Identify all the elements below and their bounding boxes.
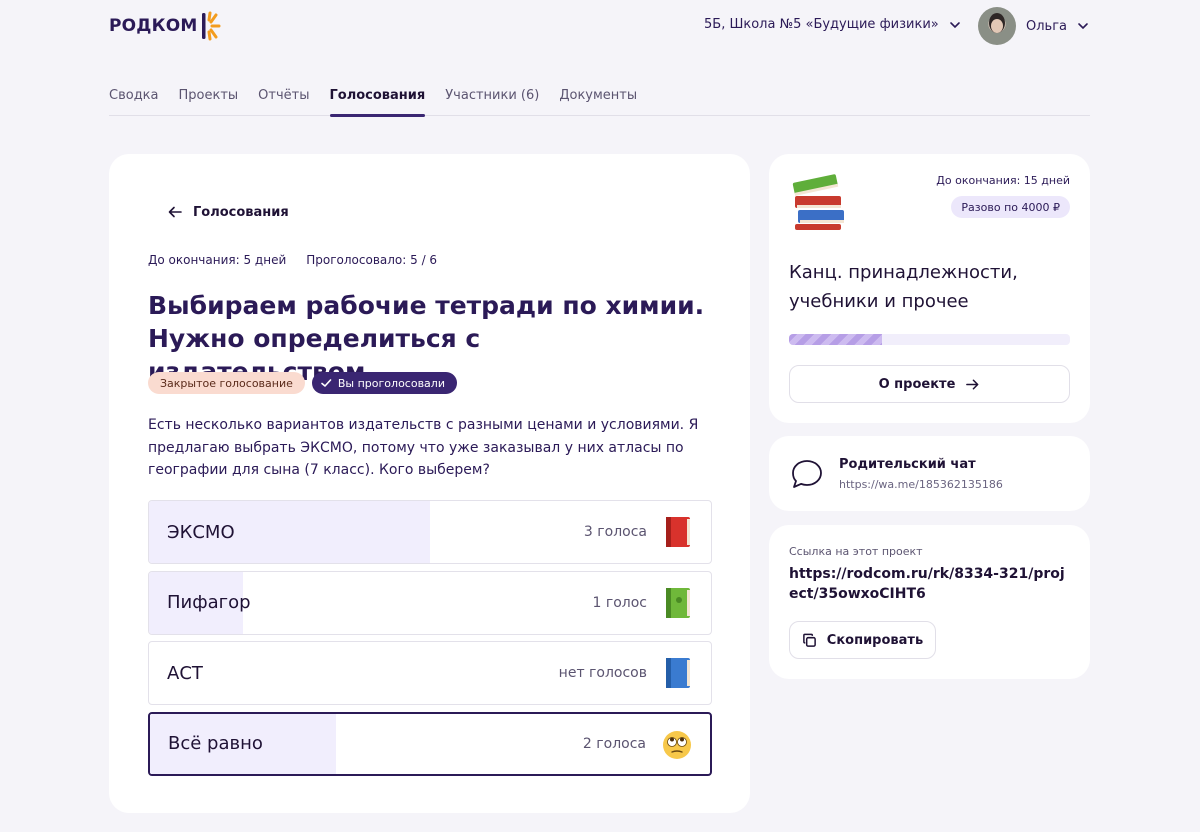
- tab-reports[interactable]: Отчёты: [258, 86, 309, 116]
- project-deadline: До окончания: 15 дней: [936, 174, 1070, 187]
- option-votes: 1 голос: [592, 594, 648, 611]
- logo-sun-icon: [201, 11, 221, 41]
- tab-votings[interactable]: Голосования: [329, 86, 425, 117]
- user-menu[interactable]: Ольга: [978, 7, 1089, 45]
- poll-option-eksmo[interactable]: ЭКСМО 3 голоса: [148, 500, 712, 564]
- poll-option-pifagor[interactable]: Пифагор 1 голос: [148, 570, 712, 635]
- logo[interactable]: РОДКОМ: [109, 11, 222, 41]
- tab-bar: Сводка Проекты Отчёты Голосования Участн…: [109, 86, 1090, 117]
- copy-icon: [802, 633, 816, 647]
- copy-link-label: Скопировать: [826, 632, 924, 648]
- chevron-down-icon: [1078, 23, 1088, 30]
- tab-summary[interactable]: Сводка: [109, 86, 159, 116]
- parent-chat-card[interactable]: Родительский чат https://wa.me/185362135…: [769, 436, 1090, 511]
- share-link-caption: Ссылка на этот проект: [789, 545, 923, 558]
- eye-roll-emoji-icon: [663, 730, 691, 759]
- poll-options: ЭКСМО 3 голоса Пифагор 1 голос АСТ нет г…: [148, 500, 712, 782]
- user-name: Ольга: [1026, 18, 1067, 34]
- project-card: До окончания: 15 дней Разово по 4000 ₽ К…: [769, 154, 1090, 423]
- option-label: Пифагор: [167, 592, 251, 613]
- logo-text: РОДКОМ: [109, 16, 198, 36]
- tab-documents[interactable]: Документы: [559, 86, 637, 116]
- option-votes: 2 голоса: [582, 735, 646, 752]
- chevron-down-icon: [949, 21, 960, 28]
- avatar: [978, 7, 1016, 45]
- check-icon: [321, 379, 332, 387]
- poll-meta: До окончания: 5 дней Проголосовало: 5 / …: [148, 253, 437, 267]
- chat-bubble-icon: [792, 460, 822, 488]
- share-link-url[interactable]: https://rodcom.ru/rk/8334-321/project/35…: [789, 564, 1069, 604]
- green-book-icon: [666, 587, 690, 618]
- poll-card: Голосования До окончания: 5 дней Проголо…: [109, 154, 750, 813]
- school-selector[interactable]: 5Б, Школа №5 «Будущие физики»: [704, 17, 961, 32]
- project-title: Канц. принадлежности, учебники и прочее: [789, 262, 1018, 312]
- red-book-icon: [666, 517, 690, 547]
- project-price-badge: Разово по 4000 ₽: [951, 196, 1070, 218]
- poll-deadline: До окончания: 5 дней: [148, 253, 287, 267]
- project-progress: [789, 334, 1070, 345]
- blue-book-icon: [666, 658, 690, 688]
- back-link[interactable]: Голосования: [167, 204, 289, 220]
- about-project-label: О проекте: [878, 376, 956, 392]
- poll-option-dont-care[interactable]: Всё равно 2 голоса: [148, 711, 712, 776]
- poll-option-ast[interactable]: АСТ нет голосов: [148, 641, 712, 705]
- option-label: АСТ: [167, 662, 203, 684]
- poll-description: Есть несколько вариантов издательств с р…: [148, 417, 699, 478]
- project-progress-fill: [789, 334, 882, 345]
- option-label: Всё равно: [168, 733, 263, 754]
- top-header: РОДКОМ 5Б, Школа №5 «Будущие физики» Оль…: [0, 0, 1200, 56]
- voted-badge: Вы проголосовали: [311, 372, 457, 394]
- arrow-left-icon: [168, 206, 182, 218]
- chat-link[interactable]: https://wa.me/185362135186: [839, 478, 1003, 491]
- copy-link-button[interactable]: Скопировать: [789, 621, 936, 659]
- poll-badges: Закрытое голосование Вы проголосовали: [148, 372, 457, 394]
- share-link-card: Ссылка на этот проект https://rodcom.ru/…: [769, 525, 1090, 679]
- back-link-label: Голосования: [193, 204, 289, 220]
- tab-members[interactable]: Участники (6): [445, 86, 539, 116]
- arrow-right-icon: [966, 379, 979, 389]
- closed-poll-badge: Закрытое голосование: [148, 372, 305, 394]
- tab-projects[interactable]: Проекты: [179, 86, 239, 116]
- voted-badge-label: Вы проголосовали: [337, 376, 445, 390]
- chat-title: Родительский чат: [839, 457, 976, 472]
- school-selector-label: 5Б, Школа №5 «Будущие физики»: [704, 17, 939, 32]
- option-votes: нет голосов: [558, 665, 647, 681]
- about-project-button[interactable]: О проекте: [789, 365, 1070, 403]
- books-stack-icon: [792, 174, 844, 230]
- option-votes: 3 голоса: [583, 524, 647, 540]
- poll-voted-count: Проголосовало: 5 / 6: [306, 253, 438, 267]
- option-label: ЭКСМО: [167, 521, 235, 543]
